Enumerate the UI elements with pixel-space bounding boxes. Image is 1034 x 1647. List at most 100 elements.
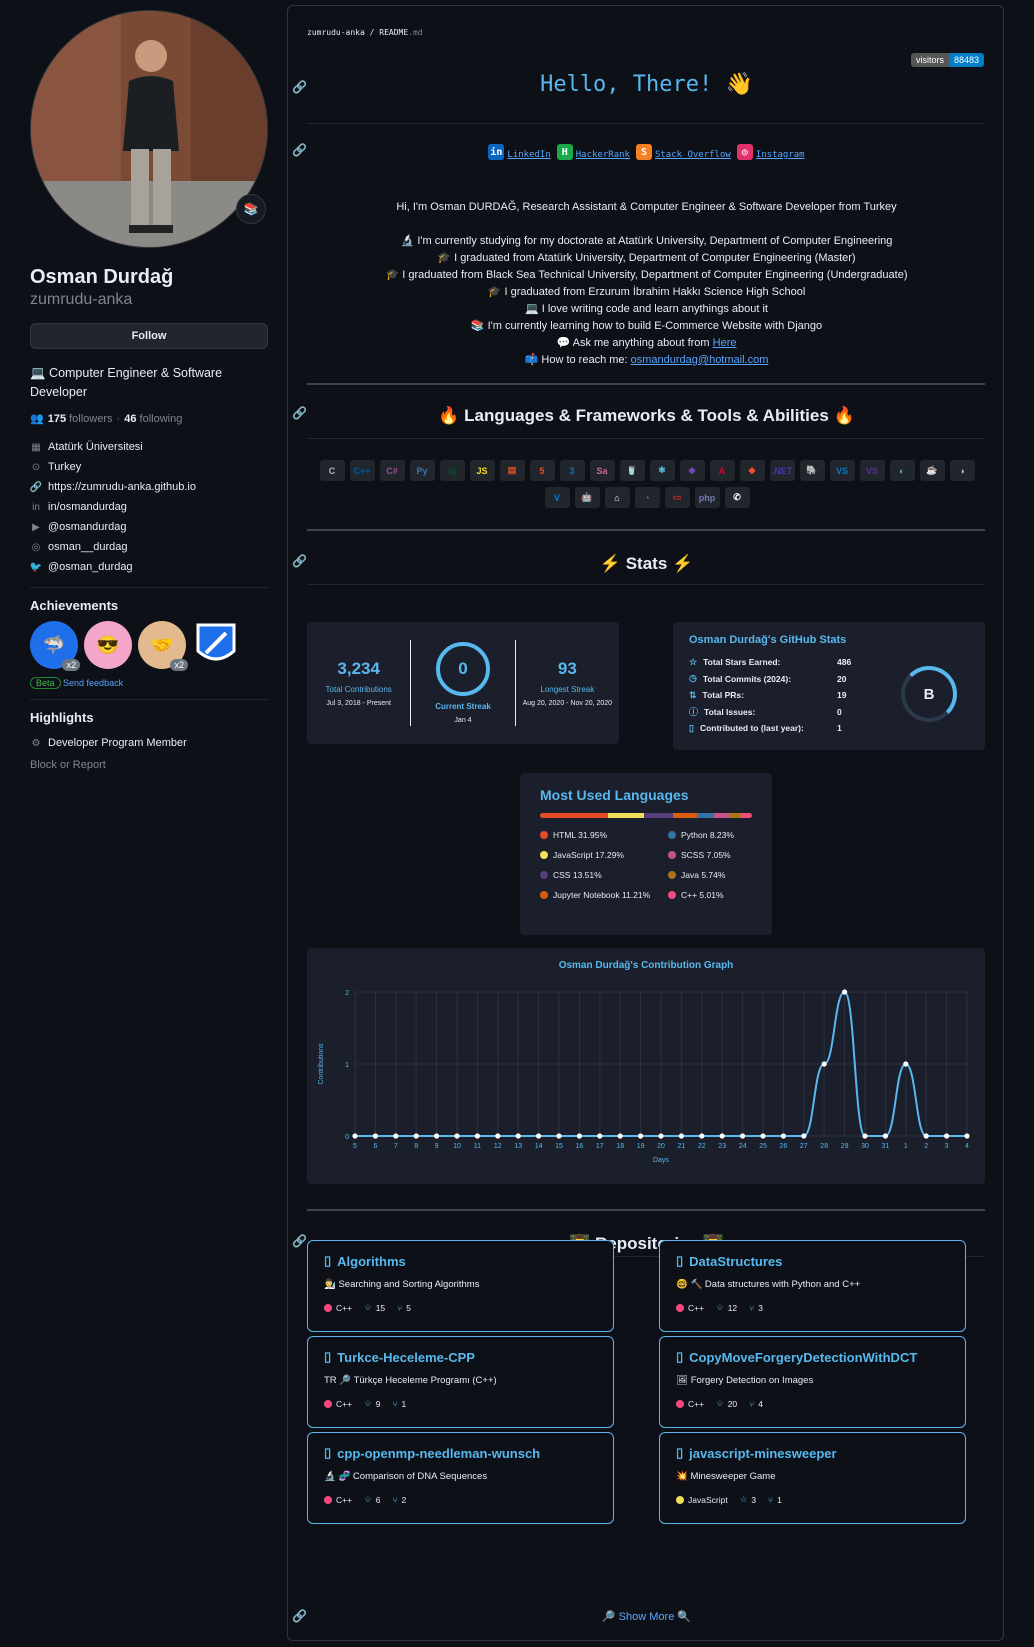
- social-link-linkedin[interactable]: in LinkedIn: [488, 144, 551, 160]
- profile-detail-item[interactable]: ▶ @osmandurdag: [30, 517, 268, 537]
- language-bar-segment: [714, 813, 730, 818]
- data-point: [801, 1133, 807, 1139]
- status-emoji[interactable]: 📚: [236, 194, 266, 224]
- fork-icon: ⑂: [392, 1398, 398, 1409]
- social-link-instagram[interactable]: ◎ Instagram: [736, 144, 805, 160]
- instagram-icon: ◎: [736, 144, 753, 160]
- stat-icon: ⓘ: [689, 707, 699, 718]
- data-point: [882, 1133, 889, 1139]
- repo-stars: 9: [375, 1398, 381, 1409]
- longest-streak: 93: [557, 659, 577, 678]
- profile-login: zumrudu-anka: [30, 291, 133, 308]
- repo-icon: ▯: [676, 1349, 684, 1364]
- language-bar-segment: [540, 813, 608, 818]
- link-icon: 🔗: [29, 481, 43, 493]
- achievement-yolo-icon[interactable]: 😎: [84, 621, 132, 669]
- star-icon: ☆: [716, 1398, 724, 1408]
- achievement-pair-extraordinaire-icon[interactable]: 🤝 x2: [138, 621, 188, 671]
- repo-card[interactable]: ▯ Turkce-Heceleme-CPP TR 🔎 Türkçe Hecelem…: [307, 1336, 614, 1428]
- y-tick-label: 0: [345, 1134, 349, 1141]
- tool-icon: ⚛: [649, 460, 675, 481]
- profile-detail-item[interactable]: 🔗 https://zumrudu-anka.github.io: [30, 477, 268, 497]
- language-item: HTML 31.95%: [540, 830, 668, 840]
- repo-forks: 5: [406, 1302, 412, 1313]
- fork-icon: ⑂: [749, 1398, 755, 1409]
- repo-name[interactable]: CopyMoveForgeryDetectionWithDCT: [689, 1350, 917, 1365]
- social-link-hackerrank[interactable]: H HackerRank: [556, 144, 630, 160]
- anchor-link-icon[interactable]: 🔗: [292, 80, 307, 94]
- x-tick-label: 10: [453, 1143, 461, 1150]
- followers-link[interactable]: 175 followers: [48, 413, 113, 425]
- intro-line: 📚 I'm currently learning how to build E-…: [470, 320, 823, 332]
- breadcrumb-repo[interactable]: zumrudu-anka: [307, 28, 365, 37]
- profile-detail-item[interactable]: 🐦 @osman_durdag: [30, 557, 268, 577]
- visitors-badge: visitors 88483: [910, 53, 984, 67]
- repo-name[interactable]: Turkce-Heceleme-CPP: [337, 1350, 475, 1365]
- stat-icon: ◷: [689, 673, 697, 684]
- profile-detail-item[interactable]: ⊙ Turkey: [30, 457, 268, 477]
- language-item: C++ 5.01%: [668, 890, 768, 900]
- contribution-graph-card: Osman Durdağ's Contribution Graph 567891…: [307, 948, 985, 1184]
- data-point: [495, 1133, 501, 1139]
- tool-icon: ⌂: [604, 487, 630, 508]
- here-link[interactable]: Here: [713, 337, 737, 349]
- stat-icon: ▯: [689, 722, 694, 733]
- language-bar-segment: [673, 813, 697, 818]
- follow-button[interactable]: Follow: [30, 323, 268, 349]
- data-point: [474, 1133, 480, 1139]
- tool-icon: ◆: [739, 460, 765, 481]
- tool-icon: 🥤: [619, 460, 645, 481]
- repo-language: C++: [336, 1398, 353, 1409]
- repo-card[interactable]: ▯ Algorithms 👨‍🔬 Searching and Sorting Al…: [307, 1240, 614, 1332]
- profile-detail-item[interactable]: ◎ osman__durdag: [30, 537, 268, 557]
- x-tick-label: 1: [904, 1143, 908, 1150]
- following-link[interactable]: 46 following: [124, 413, 182, 425]
- stat-row: ▯ Contributed to (last year): 1: [689, 722, 842, 734]
- stat-icon: ☆: [689, 656, 698, 667]
- repo-forks: 3: [758, 1302, 764, 1313]
- show-more-link[interactable]: 🔎 Show More 🔍: [288, 1610, 1005, 1623]
- achievements-list: 🦈 x2 😎 🤝 x2: [30, 621, 268, 671]
- repo-icon: ▯: [324, 1349, 332, 1364]
- breadcrumb-file[interactable]: README: [379, 28, 408, 37]
- repo-description: TR 🔎 Türkçe Heceleme Programı (C++): [324, 1375, 497, 1386]
- repo-name[interactable]: javascript-minesweeper: [689, 1446, 836, 1461]
- x-tick-label: 20: [657, 1143, 665, 1150]
- avatar[interactable]: [30, 10, 268, 248]
- current-streak-ring: 0: [435, 642, 490, 696]
- repo-card[interactable]: ▯ DataStructures 🤓 🔨 Data structures with…: [659, 1240, 966, 1332]
- achievement-pull-shark-icon[interactable]: 🦈 x2: [30, 621, 80, 671]
- tool-icon: ◐: [889, 460, 915, 481]
- repo-name[interactable]: cpp-openmp-needleman-wunsch: [337, 1446, 540, 1461]
- languages-card: Most Used Languages HTML 31.95% Python 8.…: [520, 773, 772, 935]
- data-point: [556, 1133, 562, 1139]
- send-feedback-link[interactable]: Send feedback: [63, 678, 123, 688]
- repo-card[interactable]: ▯ cpp-openmp-needleman-wunsch 🔬 🧬 Compari…: [307, 1432, 614, 1524]
- repo-icon: ▯: [676, 1445, 684, 1460]
- x-tick-label: 14: [535, 1143, 543, 1150]
- email-link[interactable]: osmandurdag@hotmail.com: [631, 354, 769, 366]
- x-tick-label: 7: [394, 1143, 398, 1150]
- x-tick-label: 15: [555, 1143, 563, 1150]
- tool-icon: 🤖: [574, 487, 600, 508]
- tool-icon: Py: [409, 460, 435, 481]
- x-tick-label: 18: [616, 1143, 624, 1150]
- tools-heading: 🔥 Languages & Frameworks & Tools & Abili…: [438, 406, 855, 425]
- repo-card[interactable]: ▯ javascript-minesweeper 💥 Minesweeper Ga…: [659, 1432, 966, 1524]
- github-stats-card: Osman Durdağ's GitHub Stats ☆ Total Stars…: [673, 622, 985, 750]
- x-tick-label: 12: [494, 1143, 502, 1150]
- profile-detail-item[interactable]: ▦ Atatürk Üniversitesi: [30, 437, 268, 457]
- repo-name[interactable]: Algorithms: [337, 1254, 406, 1269]
- achievement-arctic-icon[interactable]: [192, 621, 240, 669]
- repo-name[interactable]: DataStructures: [689, 1254, 782, 1269]
- github-stats-title: Osman Durdağ's GitHub Stats: [689, 634, 847, 646]
- profile-detail-item[interactable]: in in/osmandurdag: [30, 497, 268, 517]
- repo-card[interactable]: ▯ CopyMoveForgeryDetectionWithDCT 🖼 Forge…: [659, 1336, 966, 1428]
- data-point: [393, 1133, 399, 1139]
- hello-heading: Hello, There! 👋: [540, 72, 753, 97]
- y-tick-label: 1: [345, 1062, 349, 1069]
- data-point: [719, 1133, 725, 1139]
- social-link-stack-overflow[interactable]: S Stack Overflow: [635, 144, 731, 160]
- block-report-link[interactable]: Block or Report: [30, 759, 268, 771]
- data-point: [617, 1133, 623, 1139]
